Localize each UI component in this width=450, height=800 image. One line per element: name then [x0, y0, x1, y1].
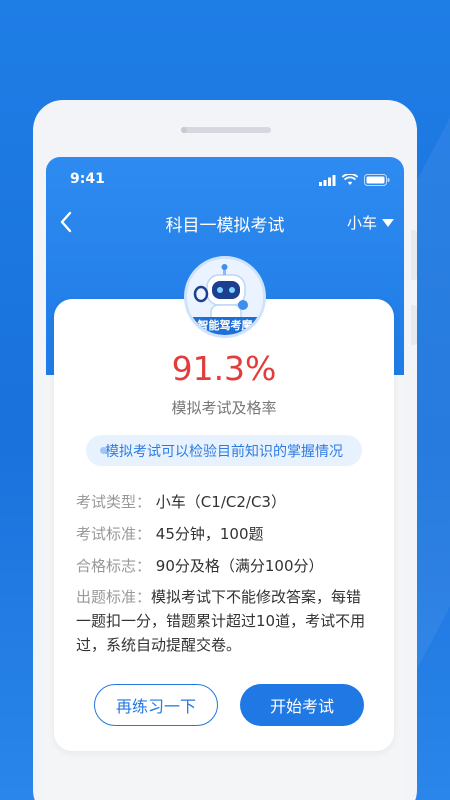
tip-dot-icon [100, 447, 107, 454]
tip-text: 模拟考试可以检验目前知识的掌握情况 [105, 443, 343, 460]
status-icons [319, 174, 390, 186]
exam-type-value: 小车（C1/C2/C3） [155, 493, 286, 511]
pass-rate-value: 91.3% [171, 349, 277, 388]
status-bar: 9:41 [46, 169, 404, 193]
phone-side-button [411, 305, 417, 345]
exam-type-row: 考试类型： 小车（C1/C2/C3） [76, 491, 286, 512]
wifi-icon [342, 174, 358, 185]
navigation-bar: 科目一模拟考试 小车 [46, 203, 404, 243]
pass-criteria-value: 90分及格（满分100分） [155, 557, 324, 575]
pass-rate-label: 模拟考试及格率 [171, 399, 277, 417]
question-rule-label: 出题标准： [76, 588, 152, 606]
tip-banner: 模拟考试可以检验目前知识的掌握情况 [86, 435, 362, 466]
app-screen: 9:41 科目一模拟考试 小车 91.3% 模拟考试及格率 模拟考试可以检验目前… [46, 157, 404, 800]
avatar-caption: 智能驾考魔 [197, 319, 253, 332]
phone-side-button [411, 230, 417, 280]
exam-type-label: 考试类型： [76, 493, 152, 511]
pass-criteria-label: 合格标志： [76, 557, 152, 575]
vehicle-type-label: 小车 [346, 214, 377, 232]
exam-info-card: 91.3% 模拟考试及格率 模拟考试可以检验目前知识的掌握情况 考试类型： 小车… [54, 299, 394, 751]
phone-speaker [181, 127, 271, 133]
battery-icon [364, 174, 390, 186]
status-time: 9:41 [70, 171, 105, 187]
exam-standard-label: 考试标准： [76, 525, 152, 543]
exam-standard-row: 考试标准： 45分钟，100题 [76, 523, 264, 544]
vehicle-type-dropdown[interactable]: 小车 [347, 212, 394, 233]
exam-standard-value: 45分钟，100题 [155, 525, 264, 543]
phone-camera-dot [181, 127, 187, 133]
avatar: 智能驾考魔 [184, 256, 266, 338]
pass-criteria-row: 合格标志： 90分及格（满分100分） [76, 555, 324, 576]
practice-again-button[interactable]: 再练习一下 [94, 684, 218, 726]
signal-icon [319, 174, 336, 186]
start-exam-button[interactable]: 开始考试 [240, 684, 364, 726]
question-rule-row: 出题标准：模拟考试下不能修改答案，每错一题扣一分，错题累计超过10道，考试不用过… [76, 585, 376, 657]
dropdown-triangle-icon [382, 218, 394, 227]
